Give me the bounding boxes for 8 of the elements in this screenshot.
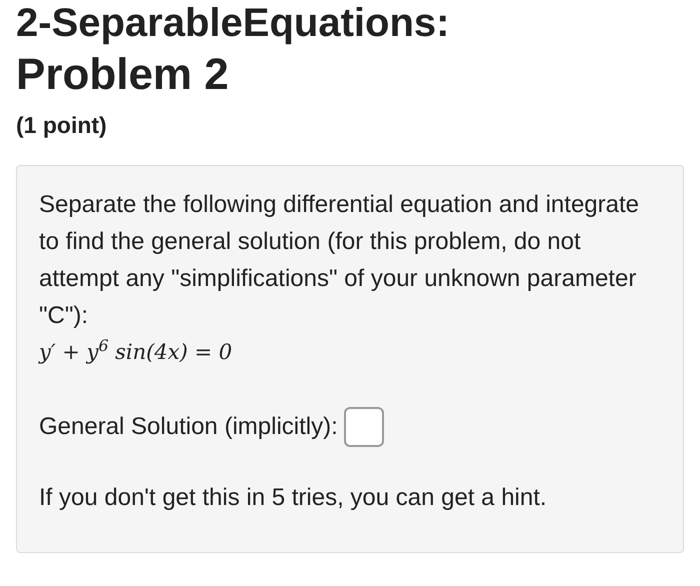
points-label: (1 point) xyxy=(16,111,108,140)
problem-text: Separate the following differential equation and integrate to find the general solution (for this problem, do not attempt any "simplifications" of your unknown parameter "C"): xyxy=(39,190,640,330)
answer-field[interactable] xyxy=(344,406,384,446)
equation: y′ + y$^{6}$ sin(4x) = 0 xyxy=(39,334,234,366)
hint-note: If you don't get this in 5 tries, you can get a hint. xyxy=(39,482,548,512)
answer-label: General Solution (implicitly): xyxy=(39,412,338,442)
page-heading: 2-SeparableEquations: xyxy=(16,0,450,46)
page-heading: Problem 2 xyxy=(16,49,230,101)
